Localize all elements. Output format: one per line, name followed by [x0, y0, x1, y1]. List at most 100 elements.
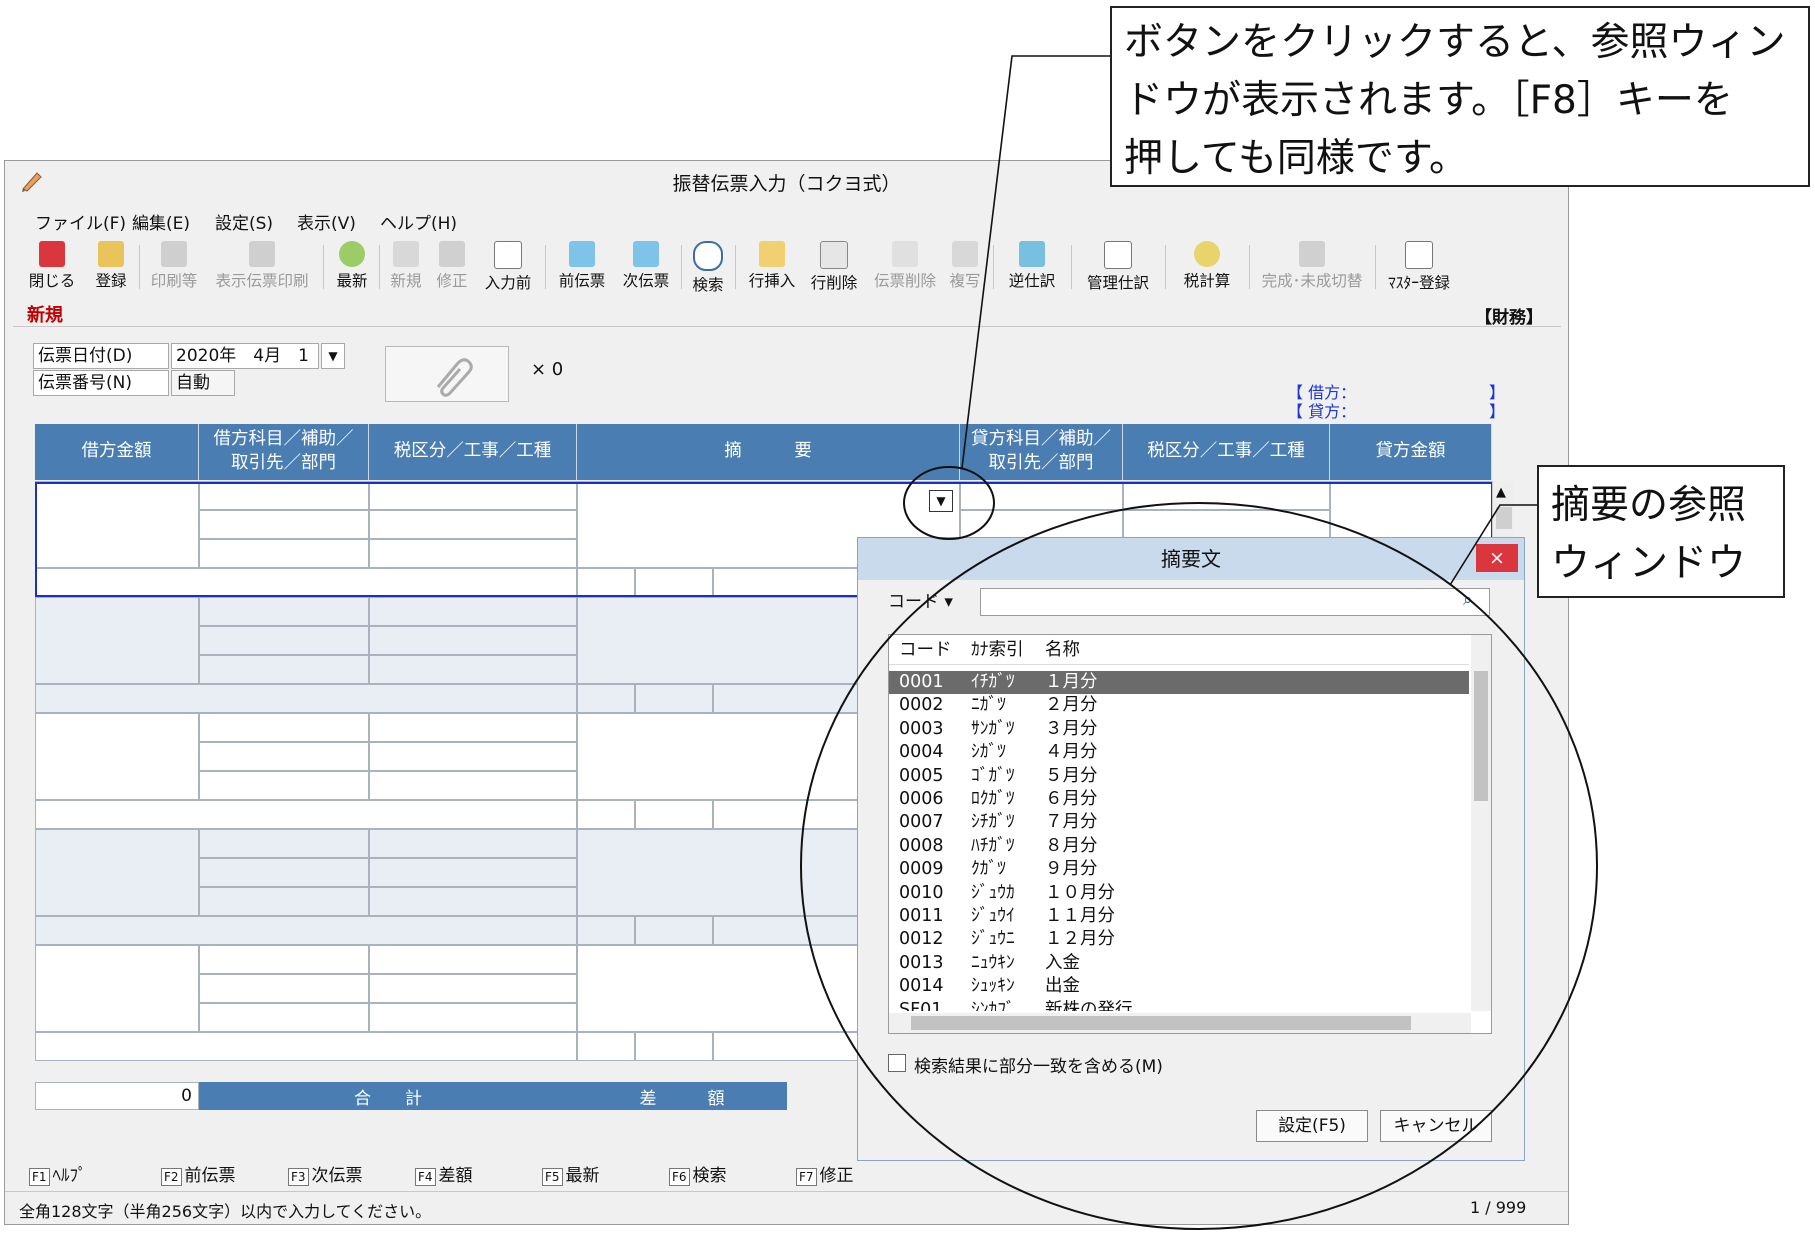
fkey-help[interactable]: F1 ﾍﾙﾌﾟ [29, 1161, 87, 1186]
debit-tax-cell[interactable] [369, 771, 577, 800]
modify-button[interactable]: 修正 [431, 237, 473, 295]
debit-amount-cell[interactable] [35, 713, 199, 800]
list-item[interactable]: 0014 ｼｭｯｷﾝ 出金 [889, 975, 1469, 998]
delete-slip-button[interactable]: 伝票削除 [869, 237, 941, 295]
list-item[interactable]: 0005 ｺﾞｶﾞﾂ ５月分 [889, 765, 1469, 788]
debit-amount-cell[interactable] [35, 829, 199, 916]
option-cell[interactable] [577, 684, 635, 713]
list-horizontal-scrollbar[interactable] [889, 1013, 1471, 1033]
memo-cell[interactable] [35, 684, 577, 713]
fkey-modify[interactable]: F7 修正 [796, 1161, 854, 1186]
option-cell[interactable] [577, 1032, 635, 1061]
fkey-refresh[interactable]: F5 最新 [542, 1161, 600, 1186]
management-entry-button[interactable]: 管理仕訳 [1079, 237, 1157, 295]
debit-account-cell[interactable] [199, 858, 369, 887]
reverse-entry-button[interactable]: 逆仕訳 [1001, 237, 1063, 295]
copy-button[interactable]: 複写 [945, 237, 985, 295]
debit-tax-cell[interactable] [369, 713, 577, 742]
next-slip-button[interactable]: 次伝票 [617, 237, 675, 295]
debit-tax-cell[interactable] [369, 742, 577, 771]
debit-tax-cell[interactable] [369, 974, 577, 1003]
column-kana[interactable]: ｶﾅ索引 [971, 635, 1024, 665]
debit-tax-cell[interactable] [369, 945, 577, 974]
list-item[interactable]: 0004 ｼｶﾞﾂ ４月分 [889, 741, 1469, 764]
credit-tax-cell[interactable] [1123, 510, 1330, 539]
list-item[interactable]: 0007 ｼﾁｶﾞﾂ ７月分 [889, 811, 1469, 834]
debit-tax-cell[interactable] [369, 510, 577, 539]
debit-account-cell[interactable] [199, 713, 369, 742]
search-input[interactable] [980, 588, 1490, 616]
search-mode-dropdown[interactable]: コード ▾ [888, 588, 978, 616]
list-item[interactable]: 0011 ｼﾞｭｳｲ １１月分 [889, 905, 1469, 928]
ok-button[interactable]: 設定(F5) [1256, 1110, 1368, 1142]
summary-list[interactable]: コード ｶﾅ索引 名称 0001 ｲﾁｶﾞﾂ １月分 0002 ﾆｶﾞﾂ ２月分 0003 ｻ… [888, 634, 1492, 1034]
close-button[interactable]: 閉じる [27, 237, 77, 295]
dialog-close-button[interactable]: × [1476, 544, 1518, 572]
search-button[interactable]: 検索 [687, 237, 729, 295]
list-item[interactable]: SF01 ｼﾝｶﾌﾞ 新株の発行 [889, 999, 1469, 1011]
prev-input-button[interactable]: 入力前 [477, 237, 539, 295]
list-item[interactable]: 0003 ｻﾝｶﾞﾂ ３月分 [889, 718, 1469, 741]
debit-amount-cell[interactable] [35, 597, 199, 684]
scroll-up-icon[interactable]: ▲ [1496, 485, 1506, 500]
list-item[interactable]: 0002 ﾆｶﾞﾂ ２月分 [889, 694, 1469, 717]
menu-settings[interactable]: 設定(S) [215, 209, 273, 234]
print-view-button[interactable]: 表示伝票印刷 [209, 237, 315, 295]
debit-amount-cell[interactable] [35, 945, 199, 1032]
tax-calc-button[interactable]: 税計算 [1175, 237, 1239, 295]
memo-cell[interactable] [35, 800, 577, 829]
fkey-prev-slip[interactable]: F2 前伝票 [161, 1161, 236, 1186]
fkey-difference[interactable]: F4 差額 [415, 1161, 473, 1186]
list-item[interactable]: 0012 ｼﾞｭｳﾆ １２月分 [889, 928, 1469, 951]
list-item[interactable]: 0013 ﾆｭｳｷﾝ 入金 [889, 952, 1469, 975]
memo-cell[interactable] [35, 916, 577, 945]
search-icon[interactable]: ⌕ [1463, 590, 1473, 610]
memo-cell[interactable] [35, 568, 577, 597]
new-button[interactable]: 新規 [385, 237, 427, 295]
option-cell[interactable] [635, 684, 713, 713]
date-field[interactable]: 2020年 4月 1日 [171, 343, 319, 390]
option-cell[interactable] [635, 800, 713, 829]
credit-account-cell[interactable] [960, 481, 1123, 510]
reference-button[interactable]: ▼ [929, 490, 953, 512]
debit-account-cell[interactable] [199, 771, 369, 800]
option-cell[interactable] [635, 568, 713, 597]
debit-tax-cell[interactable] [369, 539, 577, 568]
date-dropdown-button[interactable]: ▼ [321, 343, 345, 369]
list-item[interactable]: 0008 ﾊﾁｶﾞﾂ ８月分 [889, 835, 1469, 858]
debit-account-cell[interactable] [199, 539, 369, 568]
debit-account-cell[interactable] [199, 510, 369, 539]
debit-tax-cell[interactable] [369, 597, 577, 626]
option-cell[interactable] [635, 916, 713, 945]
complete-toggle-button[interactable]: 完成･未成切替 [1255, 237, 1369, 295]
menu-edit[interactable]: 編集(E) [132, 209, 190, 234]
column-code[interactable]: コード [899, 635, 952, 665]
refresh-button[interactable]: 最新 [331, 237, 373, 295]
list-vertical-scrollbar[interactable] [1471, 635, 1491, 1011]
debit-account-cell[interactable] [199, 974, 369, 1003]
column-name[interactable]: 名称 [1045, 635, 1080, 665]
insert-row-button[interactable]: 行挿入 [743, 237, 801, 295]
option-cell[interactable] [577, 800, 635, 829]
master-register-button[interactable]: ﾏｽﾀｰ登録 [1383, 237, 1455, 295]
option-cell[interactable] [577, 916, 635, 945]
cancel-button[interactable]: キャンセル [1380, 1110, 1492, 1142]
credit-tax-cell[interactable] [1123, 481, 1330, 510]
debit-tax-cell[interactable] [369, 858, 577, 887]
menu-view[interactable]: 表示(V) [297, 209, 356, 234]
number-field[interactable]: 自動 [171, 370, 235, 396]
memo-cell[interactable] [35, 1032, 577, 1061]
debit-account-cell[interactable] [199, 829, 369, 858]
list-item[interactable]: 0001 ｲﾁｶﾞﾂ １月分 [889, 671, 1469, 694]
fkey-next-slip[interactable]: F3 次伝票 [288, 1161, 363, 1186]
attachment-button[interactable] [385, 346, 509, 402]
debit-tax-cell[interactable] [369, 1003, 577, 1032]
debit-account-cell[interactable] [199, 945, 369, 974]
list-item[interactable]: 0010 ｼﾞｭｳｶ １０月分 [889, 882, 1469, 905]
option-cell[interactable] [577, 568, 635, 597]
debit-tax-cell[interactable] [369, 481, 577, 510]
partial-match-checkbox[interactable] [888, 1054, 906, 1072]
prev-slip-button[interactable]: 前伝票 [553, 237, 611, 295]
register-button[interactable]: 登録 [89, 237, 133, 295]
list-scroll-thumb[interactable] [1474, 671, 1488, 801]
